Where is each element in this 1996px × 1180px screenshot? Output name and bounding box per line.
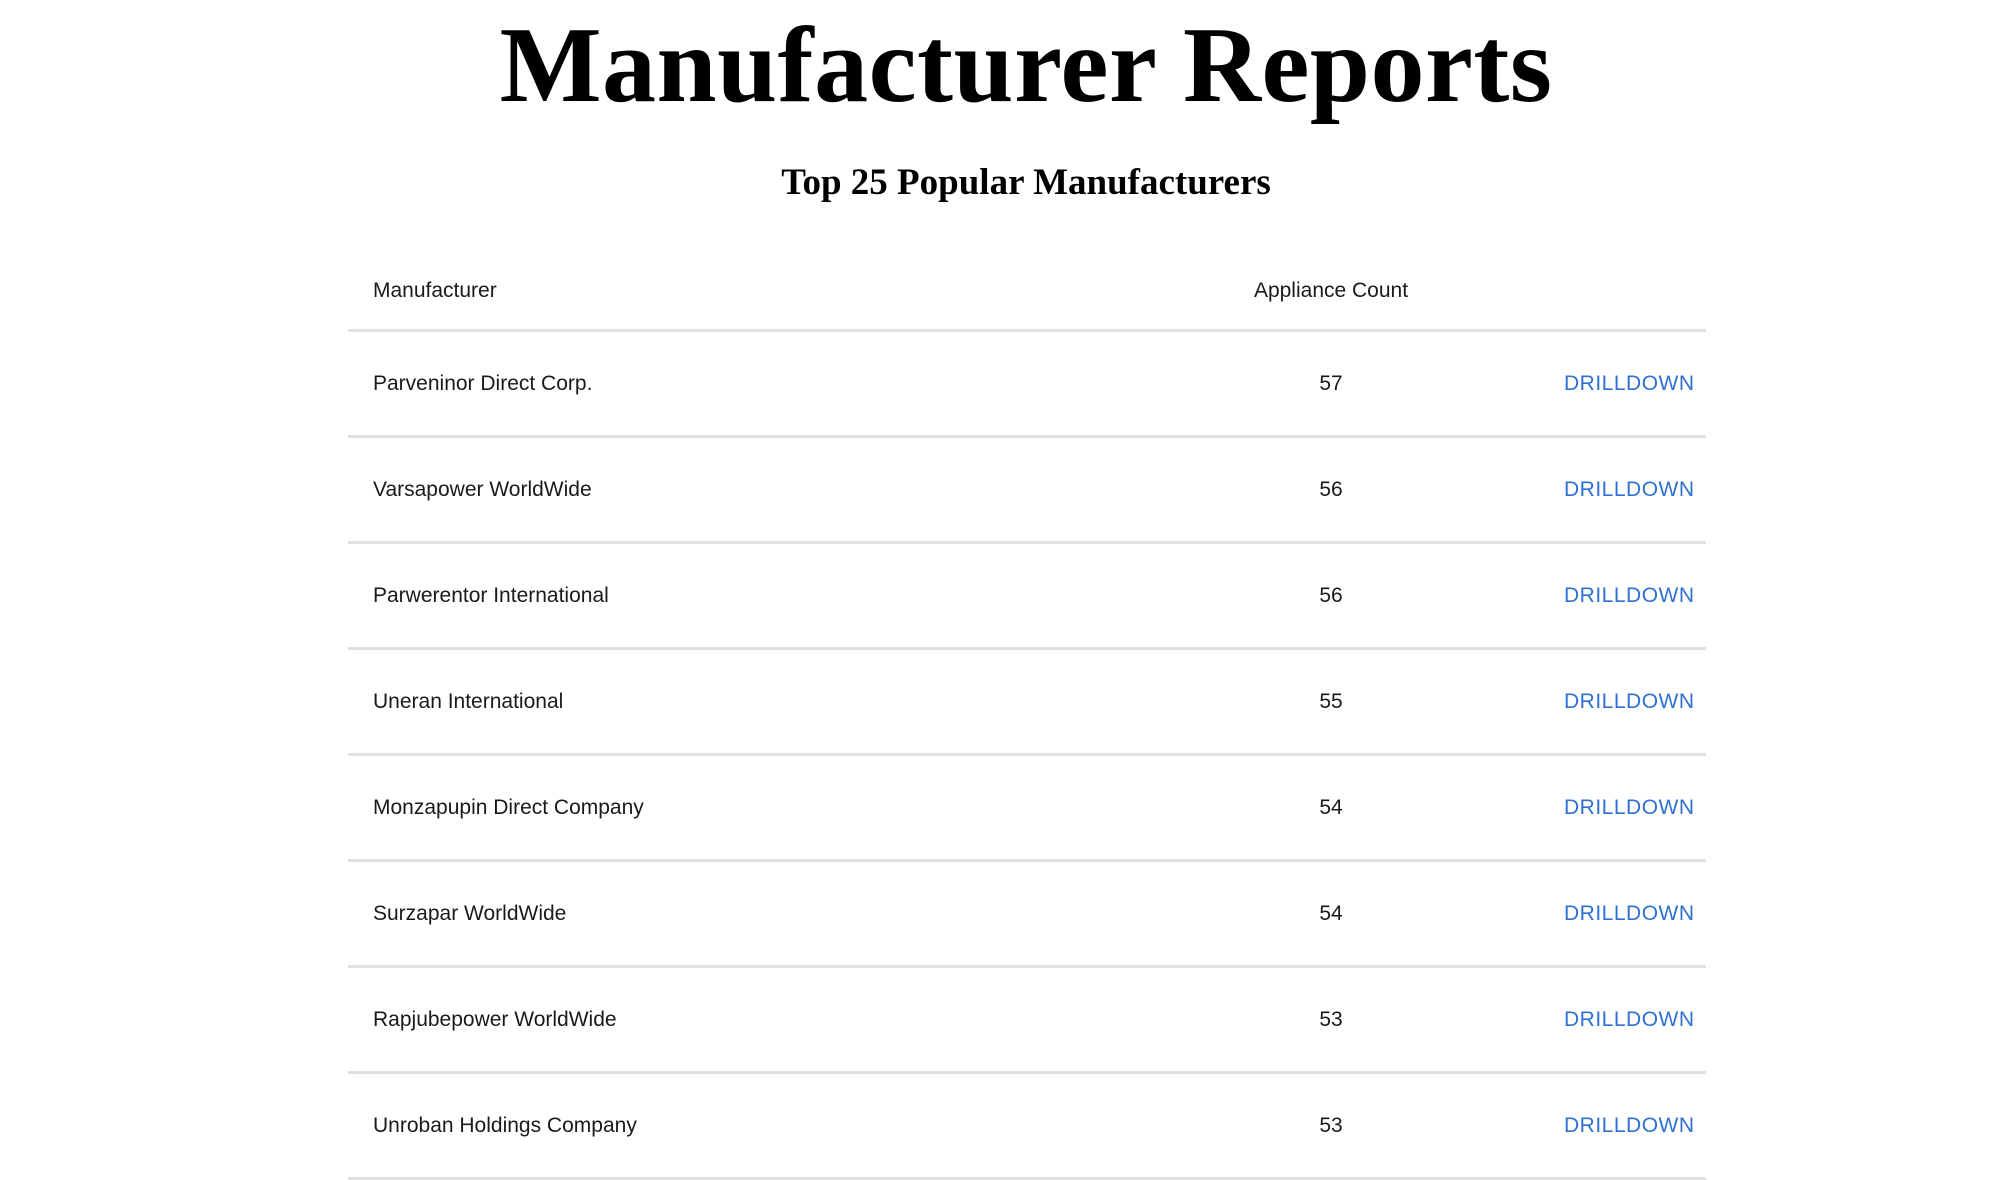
table-row: Surzapar WorldWide 54 DRILLDOWN xyxy=(348,862,1706,968)
appliance-count: 53 xyxy=(1319,1007,1343,1031)
appliance-count: 55 xyxy=(1319,689,1343,713)
drilldown-link[interactable]: DRILLDOWN xyxy=(1564,584,1695,607)
page-subtitle: Top 25 Popular Manufacturers xyxy=(781,162,1271,203)
appliance-count: 57 xyxy=(1319,371,1343,395)
table-row: Monzapupin Direct Company 54 DRILLDOWN xyxy=(348,756,1706,862)
manufacturer-name: Monzapupin Direct Company xyxy=(373,795,644,819)
table-row: Rapjubepower WorldWide 53 DRILLDOWN xyxy=(348,968,1706,1074)
drilldown-link[interactable]: DRILLDOWN xyxy=(1564,690,1695,713)
manufacturer-name: Surzapar WorldWide xyxy=(373,901,567,925)
drilldown-link[interactable]: DRILLDOWN xyxy=(1564,796,1695,819)
manufacturer-name: Parwerentor International xyxy=(373,583,609,607)
manufacturer-name: Unroban Holdings Company xyxy=(373,1113,637,1137)
table-row: Uneran International 55 DRILLDOWN xyxy=(348,650,1706,756)
drilldown-link[interactable]: DRILLDOWN xyxy=(1564,1114,1695,1137)
table-row: Varsapower WorldWide 56 DRILLDOWN xyxy=(348,438,1706,544)
manufacturer-name: Uneran International xyxy=(373,689,564,713)
column-header-manufacturer: Manufacturer xyxy=(373,278,497,302)
manufacturer-name: Varsapower WorldWide xyxy=(373,477,592,501)
drilldown-link[interactable]: DRILLDOWN xyxy=(1564,478,1695,501)
page-title: Manufacturer Reports xyxy=(499,6,1553,125)
appliance-count: 54 xyxy=(1319,795,1343,819)
appliance-count: 56 xyxy=(1319,583,1343,607)
table-row: Parwerentor International 56 DRILLDOWN xyxy=(348,544,1706,650)
appliance-count: 56 xyxy=(1319,477,1343,501)
column-header-appliance-count: Appliance Count xyxy=(1253,278,1409,302)
drilldown-link[interactable]: DRILLDOWN xyxy=(1564,902,1695,925)
drilldown-link[interactable]: DRILLDOWN xyxy=(1564,372,1695,395)
manufacturer-table: Manufacturer Appliance Count Parveninor … xyxy=(348,252,1706,1180)
table-row: Unroban Holdings Company 53 DRILLDOWN xyxy=(348,1074,1706,1180)
manufacturer-name: Parveninor Direct Corp. xyxy=(373,371,593,395)
appliance-count: 54 xyxy=(1319,901,1343,925)
drilldown-link[interactable]: DRILLDOWN xyxy=(1564,1008,1695,1031)
manufacturer-name: Rapjubepower WorldWide xyxy=(373,1007,617,1031)
appliance-count: 53 xyxy=(1319,1113,1343,1137)
table-row: Parveninor Direct Corp. 57 DRILLDOWN xyxy=(348,332,1706,438)
table-header-row: Manufacturer Appliance Count xyxy=(348,252,1706,332)
